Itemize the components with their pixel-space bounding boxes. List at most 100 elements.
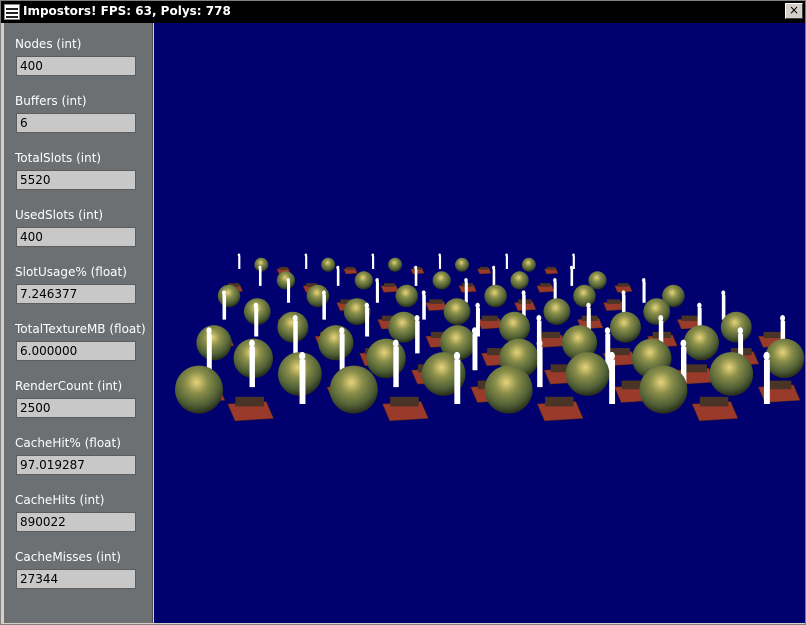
sphere-impostor — [196, 325, 232, 361]
figure-head — [521, 290, 526, 296]
stats-panel: Nodes (int) 400 Buffers (int) 6 TotalSlo… — [4, 23, 153, 623]
figure-head — [608, 351, 615, 361]
figure-head — [292, 314, 298, 322]
sphere-impostor — [588, 271, 607, 290]
crate-top — [383, 283, 395, 287]
figure-impostor — [258, 268, 262, 286]
figure-impostor — [287, 281, 291, 303]
figure-head — [206, 327, 212, 335]
figure-head — [392, 339, 399, 348]
sphere-impostor — [321, 257, 336, 272]
close-button[interactable]: × — [785, 3, 803, 19]
figure-head — [421, 290, 426, 296]
sphere-impostor — [543, 298, 571, 325]
sphere-impostor — [175, 365, 223, 414]
sphere-impostor — [388, 311, 420, 343]
sphere-impostor — [388, 257, 403, 272]
figure-impostor — [206, 333, 212, 371]
crate-top — [681, 315, 698, 321]
figure-head — [414, 265, 418, 270]
crate-top — [390, 396, 419, 407]
figure-impostor — [505, 256, 508, 269]
figure-impostor — [609, 359, 616, 404]
sphere-impostor — [639, 365, 688, 414]
figure-impostor — [339, 333, 345, 371]
crate-top — [481, 315, 498, 321]
figure-impostor — [570, 268, 574, 286]
figure-impostor — [438, 256, 442, 269]
figure-head — [780, 314, 786, 322]
sphere-impostor — [764, 338, 805, 379]
cache-misses-field[interactable]: 27344 — [16, 569, 136, 589]
figure-head — [375, 278, 379, 283]
figure-impostor — [415, 320, 420, 354]
sphere-impostor — [443, 298, 471, 325]
figure-impostor — [414, 268, 418, 286]
sphere-impostor — [609, 311, 641, 343]
slot-usage-field[interactable]: 7.246377 — [16, 284, 136, 304]
render-count-field[interactable]: 2500 — [16, 398, 136, 418]
title-bar[interactable]: Impostors! FPS: 63, Polys: 778 × — [1, 1, 805, 23]
window-title: Impostors! FPS: 63, Polys: 778 — [23, 4, 231, 18]
total-slots-label: TotalSlots (int) — [15, 151, 102, 165]
total-texture-mb-field[interactable]: 6.000000 — [16, 341, 136, 361]
sphere-impostor — [277, 311, 309, 343]
app-icon — [4, 4, 20, 20]
crate-top — [479, 266, 489, 270]
sphere-impostor — [318, 325, 354, 361]
app-window: Impostors! FPS: 63, Polys: 778 × Nodes (… — [0, 0, 806, 625]
figure-head — [536, 339, 543, 348]
figure-head — [492, 265, 496, 270]
sphere-impostor — [329, 365, 378, 414]
sphere-impostor — [499, 311, 531, 343]
crate-top — [346, 266, 355, 270]
figure-impostor — [238, 256, 241, 269]
sphere-impostor — [432, 271, 451, 290]
figure-head — [658, 314, 664, 322]
figure-head — [258, 265, 262, 270]
figure-impostor — [254, 307, 259, 337]
cache-hit-percent-field[interactable]: 97.019287 — [16, 455, 136, 475]
buffers-field[interactable]: 6 — [16, 113, 136, 133]
figure-head — [621, 290, 626, 296]
figure-head — [453, 351, 461, 361]
figure-head — [299, 351, 306, 361]
nodes-label: Nodes (int) — [15, 37, 82, 51]
used-slots-field[interactable]: 400 — [16, 227, 136, 247]
figure-impostor — [422, 294, 426, 320]
figure-head — [763, 351, 770, 361]
sphere-impostor — [276, 271, 296, 290]
total-slots-field[interactable]: 5520 — [16, 170, 136, 190]
nodes-field[interactable]: 400 — [16, 56, 136, 76]
figure-impostor — [492, 268, 496, 286]
render-count-label: RenderCount (int) — [15, 379, 123, 393]
render-viewport[interactable] — [154, 23, 805, 623]
crate-top — [607, 299, 621, 304]
crate-top — [617, 283, 629, 287]
sphere-impostor — [484, 365, 533, 414]
crate-top — [546, 266, 556, 270]
figure-head — [721, 290, 726, 296]
figure-head — [249, 339, 255, 348]
sphere-impostor — [510, 271, 529, 290]
cache-misses-label: CacheMisses (int) — [15, 550, 121, 564]
figure-head — [586, 302, 591, 309]
sphere-impostor — [573, 284, 596, 308]
figure-head — [697, 302, 702, 309]
figure-impostor — [222, 294, 227, 320]
cache-hits-label: CacheHits (int) — [15, 493, 105, 507]
figure-impostor — [372, 256, 375, 269]
figure-impostor — [365, 307, 370, 337]
3d-scene — [175, 253, 805, 422]
sphere-impostor — [565, 352, 610, 396]
sphere-impostor — [709, 352, 754, 396]
figure-impostor — [464, 281, 468, 303]
figure-head — [414, 314, 420, 322]
cache-hits-field[interactable]: 890022 — [16, 512, 136, 532]
figure-head — [471, 327, 478, 335]
figure-impostor — [454, 359, 461, 404]
figure-impostor — [305, 256, 308, 269]
sphere-impostor — [217, 284, 241, 308]
figure-impostor — [375, 281, 379, 303]
figure-impostor — [249, 346, 255, 388]
